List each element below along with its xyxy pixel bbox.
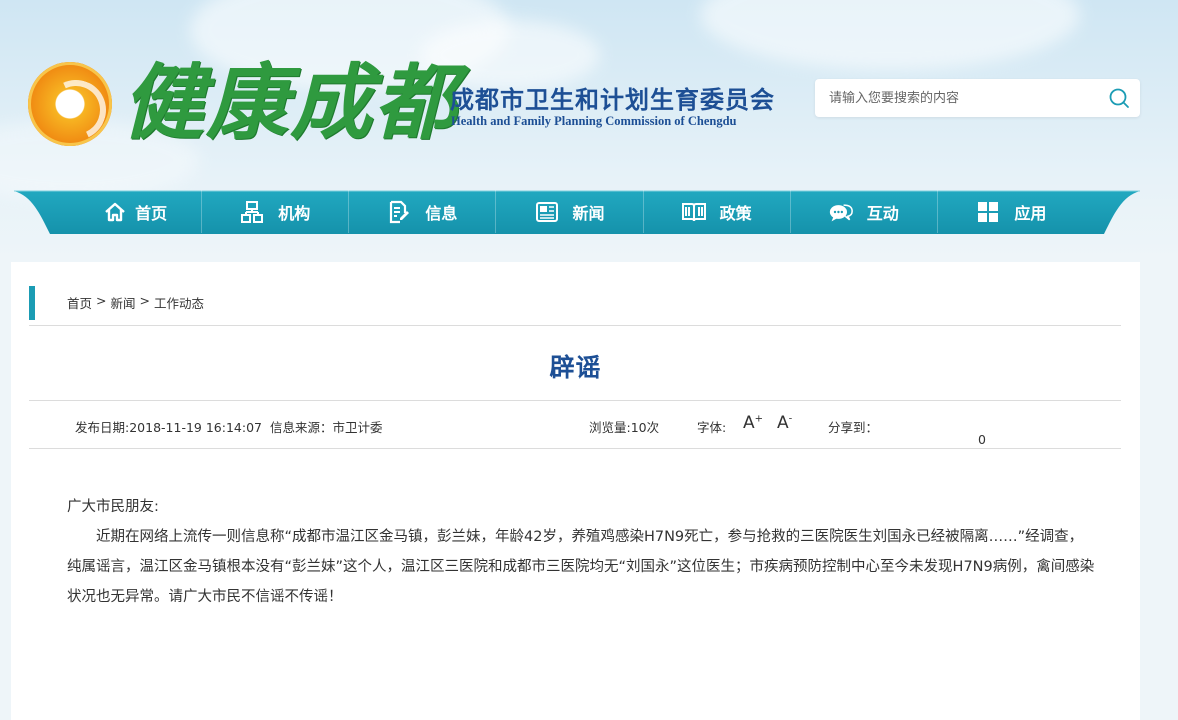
sun-logo-icon[interactable] [28, 62, 112, 146]
share-label: 分享到： [828, 420, 879, 435]
search-icon[interactable] [1108, 87, 1130, 109]
breadcrumb: 首页 > 新闻 > 工作动态 [67, 293, 204, 312]
article-greeting: 广大市民朋友: [67, 499, 159, 515]
nav-item-info[interactable]: 信息 [349, 190, 497, 233]
breadcrumb-accent-bar [29, 286, 35, 320]
divider [29, 325, 1121, 326]
search-box [815, 79, 1140, 117]
divider [29, 400, 1121, 401]
home-icon [105, 202, 125, 221]
nav-item-interact[interactable]: 互动 [791, 190, 938, 233]
breadcrumb-home-link[interactable]: 首页 [67, 293, 92, 312]
view-count: 浏览量:10次 [589, 420, 660, 435]
article-body: 广大市民朋友: 近期在网络上流传一则信息称“成都市温江区金马镇，彭兰妹，年龄42… [67, 492, 1097, 612]
font-increase-button[interactable]: A+ [743, 413, 763, 433]
nav-item-label: 应用 [1014, 203, 1047, 223]
breadcrumb-current-link[interactable]: 工作动态 [154, 293, 204, 312]
article-panel: 首页 > 新闻 > 工作动态 辟谣 发布日期:2018-11-19 16:14:… [11, 262, 1140, 720]
article-title: 辟谣 [549, 353, 602, 382]
chat-icon [829, 203, 853, 221]
nav-item-apps[interactable]: 应用 [938, 190, 1085, 233]
nav-item-label: 首页 [135, 203, 168, 223]
document-edit-icon [390, 200, 410, 223]
breadcrumb-news-link[interactable]: 新闻 [111, 293, 136, 312]
org-chart-icon [241, 200, 264, 223]
site-header: 健康成都 成都市卫生和计划生育委员会 Health and Family Pla… [0, 0, 1178, 190]
nav-item-home[interactable]: 首页 [69, 190, 203, 233]
search-input[interactable] [829, 88, 1089, 108]
article-paragraph: 近期在网络上流传一则信息称“成都市温江区金马镇，彭兰妹，年龄42岁，养殖鸡感染H… [67, 529, 1095, 605]
plus-icon: + [754, 413, 764, 425]
divider [29, 448, 1121, 449]
font-decrease-button[interactable]: A- [777, 413, 792, 433]
font-decrease-glyph: A [777, 413, 789, 433]
newspaper-icon [535, 201, 558, 222]
site-logo-text[interactable]: 健康成都 [122, 36, 458, 155]
nav-item-label: 政策 [719, 203, 752, 223]
publish-date: 发布日期:2018-11-19 16:14:07 [75, 420, 262, 435]
nav-item-label: 信息 [425, 203, 458, 223]
nav-item-label: 机构 [278, 203, 311, 223]
nav-item-label: 互动 [866, 203, 899, 223]
org-name-en: Health and Family Planning Commission of… [451, 114, 737, 128]
grid-icon [978, 201, 999, 222]
breadcrumb-separator: > [139, 293, 150, 308]
minus-icon: - [788, 413, 793, 425]
book-icon [681, 202, 706, 221]
info-source: 信息来源：市卫计委 [270, 420, 383, 435]
nav-item-news[interactable]: 新闻 [496, 190, 644, 233]
nav-item-policy[interactable]: 政策 [644, 190, 791, 233]
nav-item-label: 新闻 [572, 203, 605, 223]
org-name-cn: 成都市卫生和计划生育委员会 [450, 85, 775, 114]
breadcrumb-separator: > [96, 293, 107, 308]
main-nav: 首页 机构 信息 新闻 政策 互动 应用 [14, 190, 1140, 235]
share-count: 0 [978, 432, 986, 447]
nav-item-org[interactable]: 机构 [202, 190, 350, 233]
font-increase-glyph: A [743, 413, 755, 433]
font-size-label: 字体: [697, 420, 727, 435]
